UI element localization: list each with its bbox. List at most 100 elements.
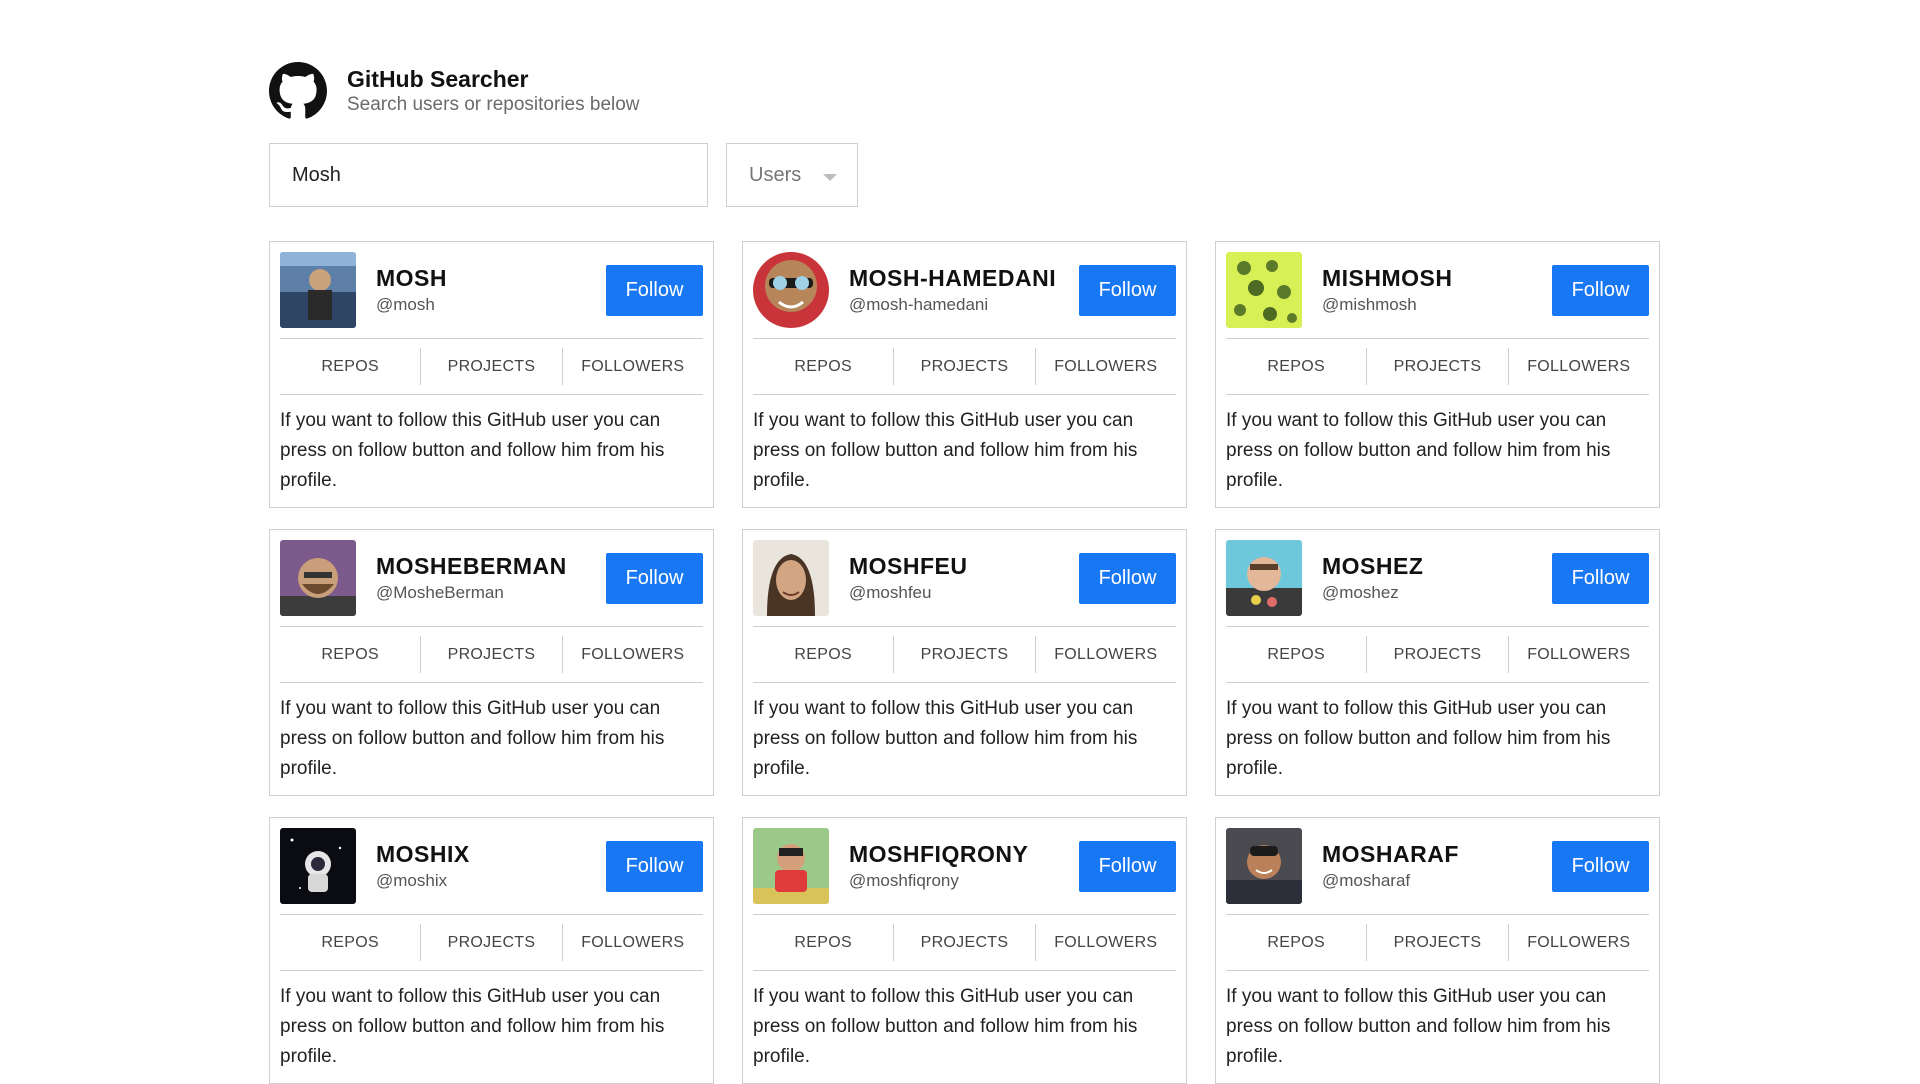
user-name: MOSHEZ [1322,553,1424,579]
stat-followers[interactable]: FOLLOWERS [1036,636,1176,673]
card-description: If you want to follow this GitHub user y… [280,698,665,779]
stat-repos[interactable]: REPOS [280,636,422,673]
stat-followers[interactable]: FOLLOWERS [1036,924,1176,961]
stat-followers[interactable]: FOLLOWERS [563,636,703,673]
user-card: MOSH-HAMEDANI @mosh-hamedani Follow REPO… [742,241,1187,508]
user-handle: @MosheBerman [376,583,504,602]
search-input[interactable] [269,143,708,207]
app-header: GitHub Searcher Search users or reposito… [269,60,1659,122]
user-name: MOSH [376,265,447,291]
follow-button[interactable]: Follow [1552,840,1649,892]
app-title: GitHub Searcher [347,66,529,92]
user-stats: REPOS PROJECTS FOLLOWERS [280,914,703,971]
stat-repos[interactable]: REPOS [1226,348,1368,385]
search-row: Users [269,143,1659,207]
stat-repos[interactable]: REPOS [753,636,895,673]
search-type-value: Users [749,163,802,186]
stat-followers[interactable]: FOLLOWERS [1509,924,1649,961]
user-handle: @moshez [1322,583,1399,602]
page-container: GitHub Searcher Search users or reposito… [269,60,1660,1084]
chevron-down-icon [823,174,837,181]
user-stats: REPOS PROJECTS FOLLOWERS [1226,626,1649,683]
user-name: MOSH-HAMEDANI [849,265,1057,291]
user-card: MOSHEZ @moshez Follow REPOS PROJECTS FOL… [1215,529,1660,796]
card-description: If you want to follow this GitHub user y… [753,986,1138,1067]
user-stats: REPOS PROJECTS FOLLOWERS [1226,338,1649,395]
user-handle: @mosharaf [1322,871,1411,890]
user-card: MOSHARAF @mosharaf Follow REPOS PROJECTS… [1215,817,1660,1084]
user-avatar [753,828,829,904]
user-stats: REPOS PROJECTS FOLLOWERS [753,338,1176,395]
stat-projects[interactable]: PROJECTS [1367,924,1509,961]
app-subtitle: Search users or repositories below [347,94,640,115]
user-name: MOSHEBERMAN [376,553,567,579]
user-card: MOSHIX @moshix Follow REPOS PROJECTS FOL… [269,817,714,1084]
stat-projects[interactable]: PROJECTS [421,636,563,673]
stat-projects[interactable]: PROJECTS [894,348,1036,385]
user-avatar [753,540,829,616]
card-description: If you want to follow this GitHub user y… [753,410,1138,491]
user-avatar [1226,828,1302,904]
user-results-grid: MOSH @mosh Follow REPOS PROJECTS FOLLOWE… [269,241,1660,1084]
user-handle: @moshix [376,871,448,890]
user-avatar [280,828,356,904]
stat-projects[interactable]: PROJECTS [421,348,563,385]
user-name: MOSHFEU [849,553,968,579]
follow-button[interactable]: Follow [606,264,703,316]
stat-repos[interactable]: REPOS [1226,924,1368,961]
user-card: MOSH @mosh Follow REPOS PROJECTS FOLLOWE… [269,241,714,508]
stat-repos[interactable]: REPOS [280,348,422,385]
user-avatar [1226,252,1302,328]
stat-projects[interactable]: PROJECTS [1367,348,1509,385]
stat-projects[interactable]: PROJECTS [1367,636,1509,673]
user-handle: @mosh [376,295,435,314]
follow-button[interactable]: Follow [606,552,703,604]
follow-button[interactable]: Follow [1079,552,1176,604]
stat-repos[interactable]: REPOS [1226,636,1368,673]
user-card: MISHMOSH @mishmosh Follow REPOS PROJECTS… [1215,241,1660,508]
user-avatar [753,252,829,328]
card-description: If you want to follow this GitHub user y… [753,698,1138,779]
stat-followers[interactable]: FOLLOWERS [1036,348,1176,385]
user-stats: REPOS PROJECTS FOLLOWERS [280,626,703,683]
app-titles: GitHub Searcher Search users or reposito… [347,65,640,117]
user-handle: @mishmosh [1322,295,1417,314]
follow-button[interactable]: Follow [606,840,703,892]
user-stats: REPOS PROJECTS FOLLOWERS [753,626,1176,683]
stat-repos[interactable]: REPOS [280,924,422,961]
stat-followers[interactable]: FOLLOWERS [1509,636,1649,673]
user-avatar [280,252,356,328]
user-name: MISHMOSH [1322,265,1453,291]
stat-repos[interactable]: REPOS [753,348,895,385]
card-description: If you want to follow this GitHub user y… [1226,698,1611,779]
user-stats: REPOS PROJECTS FOLLOWERS [1226,914,1649,971]
search-type-select[interactable]: Users [726,143,858,207]
user-name: MOSHIX [376,841,470,867]
follow-button[interactable]: Follow [1079,264,1176,316]
user-name: MOSHARAF [1322,841,1459,867]
stat-followers[interactable]: FOLLOWERS [563,924,703,961]
stat-projects[interactable]: PROJECTS [894,636,1036,673]
user-card: MOSHFEU @moshfeu Follow REPOS PROJECTS F… [742,529,1187,796]
stat-repos[interactable]: REPOS [753,924,895,961]
user-card: MOSHFIQRONY @moshfiqrony Follow REPOS PR… [742,817,1187,1084]
user-avatar [280,540,356,616]
user-name: MOSHFIQRONY [849,841,1029,867]
user-handle: @moshfeu [849,583,932,602]
card-description: If you want to follow this GitHub user y… [280,410,665,491]
card-description: If you want to follow this GitHub user y… [1226,986,1611,1067]
follow-button[interactable]: Follow [1079,840,1176,892]
user-stats: REPOS PROJECTS FOLLOWERS [280,338,703,395]
stat-followers[interactable]: FOLLOWERS [563,348,703,385]
stat-followers[interactable]: FOLLOWERS [1509,348,1649,385]
stat-projects[interactable]: PROJECTS [421,924,563,961]
user-handle: @moshfiqrony [849,871,959,890]
card-description: If you want to follow this GitHub user y… [1226,410,1611,491]
user-avatar [1226,540,1302,616]
github-logo-icon [269,62,327,120]
follow-button[interactable]: Follow [1552,264,1649,316]
user-card: MOSHEBERMAN @MosheBerman Follow REPOS PR… [269,529,714,796]
card-description: If you want to follow this GitHub user y… [280,986,665,1067]
stat-projects[interactable]: PROJECTS [894,924,1036,961]
follow-button[interactable]: Follow [1552,552,1649,604]
